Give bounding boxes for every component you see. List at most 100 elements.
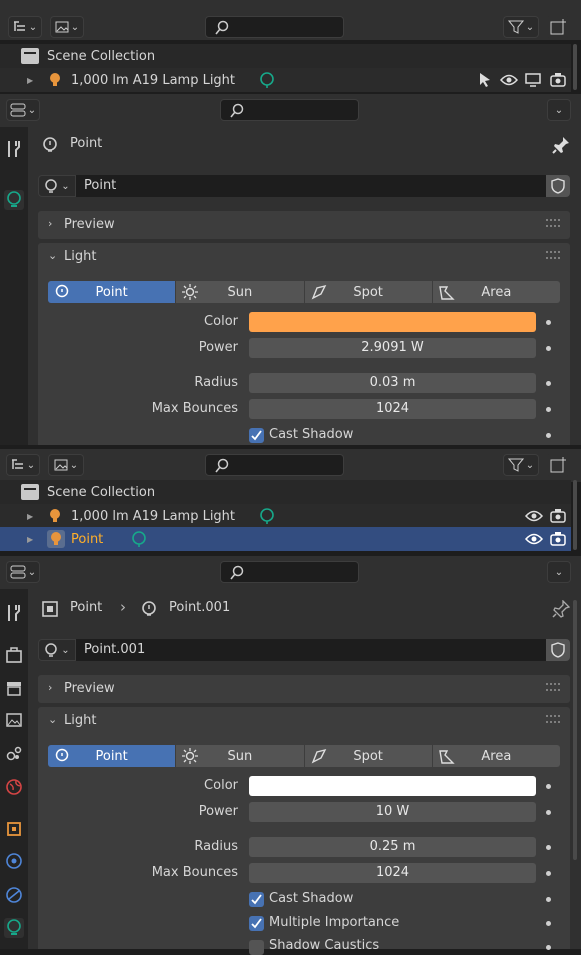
power-field[interactable]: 2.9091 W [249, 338, 536, 358]
outliner2-scrollbar[interactable] [573, 480, 577, 550]
max-bounces-field[interactable]: 1024 [249, 399, 536, 419]
display-mode-dropdown[interactable]: ⌄ [8, 16, 42, 38]
editor-type-dropdown[interactable]: ⌄ [6, 99, 40, 121]
monitor-icon[interactable] [525, 73, 541, 87]
type-area-button[interactable]: Area [432, 281, 560, 303]
expand-arrow-icon[interactable]: ▶ [27, 512, 33, 521]
eye-icon[interactable] [525, 532, 543, 546]
radius-field[interactable]: 0.03 m [249, 373, 536, 393]
light-data-tab-icon[interactable] [4, 190, 24, 210]
cast-shadow-checkbox[interactable] [249, 428, 264, 443]
power-field[interactable]: 10 W [249, 802, 536, 822]
world-tab-icon[interactable] [4, 777, 24, 797]
color-swatch[interactable] [249, 312, 536, 332]
max-bounces-field[interactable]: 1024 [249, 863, 536, 883]
fake-user-button[interactable] [546, 639, 570, 661]
radius-field[interactable]: 0.25 m [249, 837, 536, 857]
keyframe-dot[interactable] [546, 921, 551, 926]
object-tab-icon[interactable] [4, 819, 24, 839]
light-datablock-selector[interactable]: ⌄ Point [38, 175, 570, 197]
selectable-arrow-icon[interactable] [478, 72, 492, 88]
view-layer-tab-icon[interactable] [4, 710, 24, 730]
drag-handle-icon[interactable] [546, 251, 560, 259]
light-type-selector[interactable]: Point Sun Spot Area [48, 281, 560, 303]
light-type-selector[interactable]: Point Sun Spot Area [48, 745, 560, 767]
browse-light-dropdown[interactable]: ⌄ [38, 639, 76, 661]
browse-light-dropdown[interactable]: ⌄ [38, 175, 76, 197]
preview-panel-header[interactable]: › Preview [38, 211, 570, 239]
filter-button[interactable]: ⌄ [503, 454, 539, 476]
drag-handle-icon[interactable] [546, 715, 560, 723]
type-spot-button[interactable]: Spot [304, 745, 433, 767]
outliner1-search[interactable] [205, 16, 344, 38]
light-data-icon[interactable] [258, 507, 276, 525]
keyframe-dot[interactable] [546, 346, 551, 351]
light-name-field[interactable]: Point.001 [76, 639, 546, 661]
filter-view-dropdown[interactable]: ⌄ [48, 454, 84, 476]
new-collection-button[interactable] [546, 454, 570, 476]
pin-icon[interactable] [552, 600, 570, 618]
keyframe-dot[interactable] [546, 433, 551, 438]
props2-scrollbar[interactable] [573, 600, 577, 860]
outliner1-lamp-row[interactable]: ▶ 1,000 lm A19 Lamp Light [0, 68, 571, 92]
light-data-icon[interactable] [258, 71, 276, 89]
tool-tab-icon[interactable] [4, 139, 24, 159]
type-sun-button[interactable]: Sun [176, 745, 305, 767]
scene-tab-icon[interactable] [4, 743, 24, 763]
keyframe-dot[interactable] [546, 784, 551, 789]
drag-handle-icon[interactable] [546, 683, 560, 691]
keyframe-dot[interactable] [546, 845, 551, 850]
type-spot-button[interactable]: Spot [304, 281, 433, 303]
light-data-tab-icon[interactable] [4, 918, 24, 938]
type-area-button[interactable]: Area [432, 745, 560, 767]
filter-button[interactable]: ⌄ [503, 16, 539, 38]
light-panel-header[interactable]: ⌄ Light [38, 243, 570, 271]
physics-tab-icon[interactable] [4, 851, 24, 871]
camera-icon[interactable] [550, 72, 566, 87]
new-collection-button[interactable] [546, 16, 570, 38]
expand-arrow-icon[interactable]: ▶ [27, 76, 33, 85]
eye-icon[interactable] [500, 73, 518, 87]
display-mode-dropdown[interactable]: ⌄ [6, 454, 40, 476]
color-swatch[interactable] [249, 776, 536, 796]
type-point-button[interactable]: Point [48, 745, 177, 767]
light-panel-header[interactable]: ⌄ Light [38, 707, 570, 735]
props1-search[interactable] [220, 99, 359, 121]
options-dropdown[interactable]: ⌄ [547, 561, 571, 583]
keyframe-dot[interactable] [546, 945, 551, 950]
shadow-caustics-checkbox[interactable] [249, 940, 264, 955]
filter-view-dropdown[interactable]: ⌄ [50, 16, 84, 38]
camera-icon[interactable] [550, 531, 566, 546]
tool-tab-icon[interactable] [4, 603, 24, 623]
options-dropdown[interactable]: ⌄ [547, 99, 571, 121]
cast-shadow-checkbox[interactable] [249, 892, 264, 907]
expand-arrow-icon[interactable]: ▶ [27, 535, 33, 544]
preview-panel-header[interactable]: › Preview [38, 675, 570, 703]
outliner2-point-row[interactable]: ▶ Point [0, 527, 571, 551]
output-tab-icon[interactable] [4, 678, 24, 698]
type-sun-button[interactable]: Sun [176, 281, 305, 303]
fake-user-button[interactable] [546, 175, 570, 197]
editor-type-dropdown[interactable]: ⌄ [6, 561, 40, 583]
outliner2-scene-collection-row[interactable]: Scene Collection [0, 480, 571, 504]
drag-handle-icon[interactable] [546, 219, 560, 227]
light-name-field[interactable]: Point [76, 175, 546, 197]
pin-icon[interactable] [552, 136, 570, 154]
outliner1-scene-collection-row[interactable]: Scene Collection [0, 44, 571, 68]
keyframe-dot[interactable] [546, 407, 551, 412]
props2-search[interactable] [220, 561, 359, 583]
light-datablock-selector[interactable]: ⌄ Point.001 [38, 639, 570, 661]
keyframe-dot[interactable] [546, 381, 551, 386]
camera-icon[interactable] [550, 508, 566, 523]
outliner2-search[interactable] [205, 454, 344, 476]
multiple-importance-checkbox[interactable] [249, 916, 264, 931]
keyframe-dot[interactable] [546, 320, 551, 325]
render-tab-icon[interactable] [4, 645, 24, 665]
light-data-icon[interactable] [130, 530, 148, 548]
eye-icon[interactable] [525, 509, 543, 523]
keyframe-dot[interactable] [546, 810, 551, 815]
keyframe-dot[interactable] [546, 871, 551, 876]
keyframe-dot[interactable] [546, 897, 551, 902]
constraints-tab-icon[interactable] [4, 885, 24, 905]
outliner1-scrollbar[interactable] [573, 44, 577, 90]
